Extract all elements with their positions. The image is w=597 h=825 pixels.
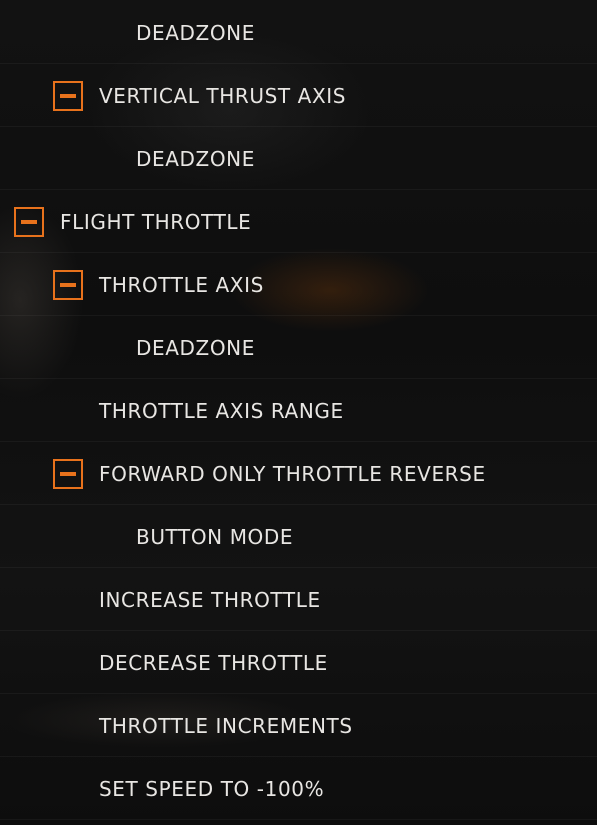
tree-row-label: BUTTON MODE xyxy=(136,524,294,549)
minus-icon xyxy=(21,219,37,224)
minus-icon xyxy=(60,93,76,98)
collapse-toggle-button[interactable] xyxy=(53,269,83,300)
tree-row-label: VERTICAL THRUST AXIS xyxy=(99,83,347,108)
tree-row-throttle-increments[interactable]: THROTTLE INCREMENTS xyxy=(0,695,597,757)
tree-row-vertical-thrust-axis[interactable]: VERTICAL THRUST AXIS xyxy=(0,65,597,127)
tree-row-forward-only-throttle-reverse[interactable]: FORWARD ONLY THROTTLE REVERSE xyxy=(0,443,597,505)
bindings-tree-panel: DEADZONE VERTICAL THRUST AXIS DEADZONE F… xyxy=(0,0,597,825)
tree-row-flight-throttle[interactable]: FLIGHT THROTTLE xyxy=(0,191,597,253)
tree-row-label: FLIGHT THROTTLE xyxy=(60,209,252,234)
tree-row-throttle-axis[interactable]: THROTTLE AXIS xyxy=(0,254,597,316)
tree-row-label: DEADZONE xyxy=(136,146,255,171)
collapse-toggle-button[interactable] xyxy=(53,80,83,111)
tree-row-label: FORWARD ONLY THROTTLE REVERSE xyxy=(99,461,486,486)
tree-row-label: DEADZONE xyxy=(136,335,255,360)
minus-icon xyxy=(60,471,76,476)
tree-row-increase-throttle[interactable]: INCREASE THROTTLE xyxy=(0,569,597,631)
tree-row-button-mode[interactable]: BUTTON MODE xyxy=(0,506,597,568)
tree-row-label: DEADZONE xyxy=(136,20,255,45)
tree-row-label: THROTTLE INCREMENTS xyxy=(99,713,353,738)
collapse-toggle-button[interactable] xyxy=(53,458,83,489)
tree-row-label: THROTTLE AXIS xyxy=(99,272,264,297)
tree-row-label: THROTTLE AXIS RANGE xyxy=(99,398,344,423)
tree-row-deadzone[interactable]: DEADZONE xyxy=(0,128,597,190)
tree-row-label: INCREASE THROTTLE xyxy=(99,587,321,612)
tree-row-throttle-axis-range[interactable]: THROTTLE AXIS RANGE xyxy=(0,380,597,442)
tree-row-set-speed-minus-100[interactable]: SET SPEED TO -100% xyxy=(0,758,597,820)
tree-row-deadzone[interactable]: DEADZONE xyxy=(0,317,597,379)
tree-row-label: DECREASE THROTTLE xyxy=(99,650,328,675)
collapse-toggle-button[interactable] xyxy=(14,206,44,237)
tree-row-label: SET SPEED TO -100% xyxy=(99,776,325,801)
minus-icon xyxy=(60,282,76,287)
tree-row-deadzone[interactable]: DEADZONE xyxy=(0,2,597,64)
tree-row-decrease-throttle[interactable]: DECREASE THROTTLE xyxy=(0,632,597,694)
